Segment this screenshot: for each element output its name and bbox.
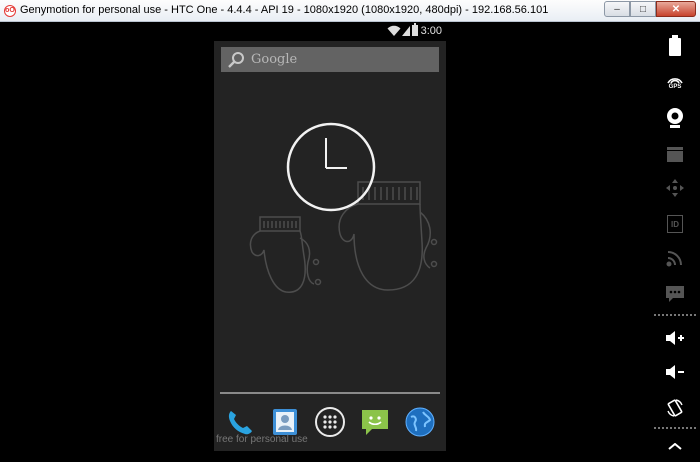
search-icon [228,52,244,68]
toolbar-separator [654,427,696,429]
rotate-icon[interactable] [661,394,689,422]
window-title-bar[interactable]: oO Genymotion for personal use - HTC One… [0,0,700,22]
google-search-bar[interactable]: Google [221,47,439,72]
messaging-icon[interactable] [359,406,391,438]
maximize-button[interactable]: □ [630,1,656,17]
genymotion-toolbar: GPS ID [650,22,700,451]
battery-icon[interactable] [661,32,689,60]
dock-divider [220,392,440,394]
battery-status-icon [412,23,418,36]
personal-use-watermark: free for personal use [216,434,308,445]
toolbar-separator [654,314,696,316]
webcam-icon[interactable] [661,104,689,132]
capture-icon[interactable] [661,140,689,168]
app-drawer-icon[interactable] [314,406,346,438]
genymotion-app-icon: oO [4,5,16,17]
gps-label: GPS [668,83,682,90]
back-icon[interactable] [661,434,689,462]
analog-clock-widget[interactable] [285,121,377,213]
id-label: ID [671,219,679,229]
close-button[interactable]: ✕ [656,1,696,17]
identifiers-icon[interactable]: ID [661,210,689,238]
window-title: Genymotion for personal use - HTC One - … [20,4,549,16]
wifi-icon [387,25,401,36]
gps-icon[interactable]: GPS [661,68,689,96]
search-label: Google [251,52,298,67]
signal-icon [402,26,410,36]
remote-control-icon[interactable] [661,174,689,202]
status-bar[interactable]: 3:00 [214,22,446,41]
minimize-button[interactable]: – [604,1,630,17]
network-icon[interactable] [661,244,689,272]
status-time: 3:00 [420,25,442,37]
browser-icon[interactable] [404,406,436,438]
volume-up-icon[interactable] [661,324,689,352]
volume-down-icon[interactable] [661,358,689,386]
sms-icon[interactable] [661,280,689,308]
android-screen[interactable]: 3:00 Google free for personal use [214,22,446,451]
window-controls: – □ ✕ [604,1,696,17]
